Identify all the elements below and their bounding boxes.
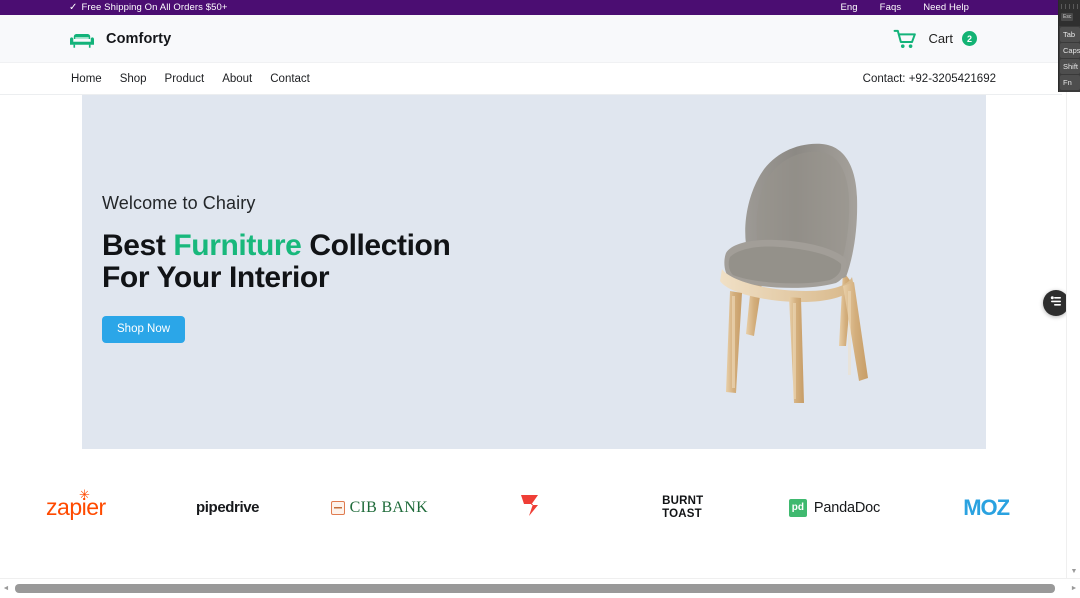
logo-pipedrive-text: pipedrive [196,499,260,516]
horizontal-scrollbar[interactable]: ◄ ► [0,578,1080,598]
logo-burnt-toast-line2: TOAST [662,507,702,520]
pandadoc-badge-icon: pd [788,498,807,517]
nav-item-shop[interactable]: Shop [120,73,147,85]
asterisk-icon: ✳ [79,487,90,502]
logo-pandadoc-text: PandaDoc [813,499,881,516]
announcement-links: Eng Faqs Need Help [840,2,969,13]
keyboard-key-tab[interactable]: Tab [1060,27,1080,42]
hero-section-wrapper: Welcome to Chairy Best Furniture Collect… [0,95,1062,465]
horizontal-scrollbar-track[interactable] [12,579,1068,598]
logo-pandadoc: pd PandaDoc [759,478,911,538]
hero-headline-part1: Best [102,229,174,262]
cart-area[interactable]: Cart 2 [893,29,977,49]
hero-welcome-text: Welcome to Chairy [102,193,256,213]
cib-bank-mark-icon [330,500,345,515]
logo-zoomin [455,478,607,538]
hero-banner: Welcome to Chairy Best Furniture Collect… [82,95,986,449]
contact-phone: Contact: +92-3205421692 [862,72,996,85]
scroll-down-arrow[interactable]: ▼ [1067,564,1080,578]
announcement-link-need-help[interactable]: Need Help [923,2,969,13]
main-navigation: Home Shop Product About Contact Contact:… [0,63,1062,95]
browser-page: ✓ Free Shipping On All Orders $50+ Eng F… [0,0,1080,598]
brand-name: Comforty [106,30,172,47]
check-icon: ✓ [69,1,78,13]
hero-headline-line2: For Your Interior [102,260,330,294]
announcement-link-faqs[interactable]: Faqs [880,2,902,13]
scroll-right-arrow[interactable]: ► [1068,579,1080,598]
sliders-settings-icon [1049,294,1063,313]
nav-item-home[interactable]: Home [71,73,102,85]
shopping-cart-icon[interactable] [893,29,919,49]
web-viewport: ✓ Free Shipping On All Orders $50+ Eng F… [0,0,1062,578]
hero-headline: Best Furniture Collection For Your Inter… [102,229,451,294]
hero-headline-accent: Furniture [173,229,302,262]
hero-headline-part2: Collection [301,229,451,262]
nav-item-contact[interactable]: Contact [270,73,310,85]
logo-cib-bank-text: CIB BANK [349,498,428,516]
sofa-icon [69,29,95,49]
nav-links: Home Shop Product About Contact [71,73,310,85]
announcement-message: ✓ Free Shipping On All Orders $50+ [69,2,228,13]
announcement-text: Free Shipping On All Orders $50+ [81,2,228,13]
logo-pipedrive: pipedrive [152,478,304,538]
keyboard-function-row: Esc [1059,0,1080,26]
cart-count-badge: 2 [962,31,977,46]
logo-cib-bank: CIB BANK [303,478,455,538]
logo-burnt-toast: BURNT TOAST [607,478,759,538]
announcement-bar: ✓ Free Shipping On All Orders $50+ Eng F… [0,0,1062,15]
keyboard-key-fn[interactable]: Fn [1060,75,1080,90]
horizontal-scrollbar-thumb[interactable] [15,583,1055,593]
nav-item-about[interactable]: About [222,73,252,85]
scroll-left-arrow[interactable]: ◄ [0,579,12,598]
keyboard-key-shift[interactable]: Shift [1060,59,1080,74]
onscreen-keyboard-overlay[interactable]: Esc Tab Caps Shift Fn [1058,0,1080,92]
zoomin-mark-icon [518,492,544,523]
partner-logos-strip: ✳ zapier pipedrive CIB BANK BURNT TOAST … [0,465,1062,550]
keyboard-dots-decoration [1061,4,1080,9]
cart-label: Cart [928,31,953,46]
brand-logo[interactable]: Comforty [69,29,171,49]
logo-moz: MOZ [910,478,1062,538]
logo-moz-text: MOZ [963,494,1010,520]
nav-item-product[interactable]: Product [165,73,205,85]
site-header: Comforty Cart 2 [0,15,1062,63]
keyboard-key-esc[interactable]: Esc [1061,13,1074,21]
announcement-link-eng[interactable]: Eng [840,2,857,13]
logo-zapier: ✳ zapier [0,478,152,538]
hero-copy: Welcome to Chairy Best Furniture Collect… [102,193,451,343]
logo-zapier-text: zapier [46,494,106,520]
shop-now-button[interactable]: Shop Now [102,316,186,343]
keyboard-key-caps[interactable]: Caps [1060,43,1080,58]
logo-burnt-toast-line1: BURNT [662,494,704,507]
